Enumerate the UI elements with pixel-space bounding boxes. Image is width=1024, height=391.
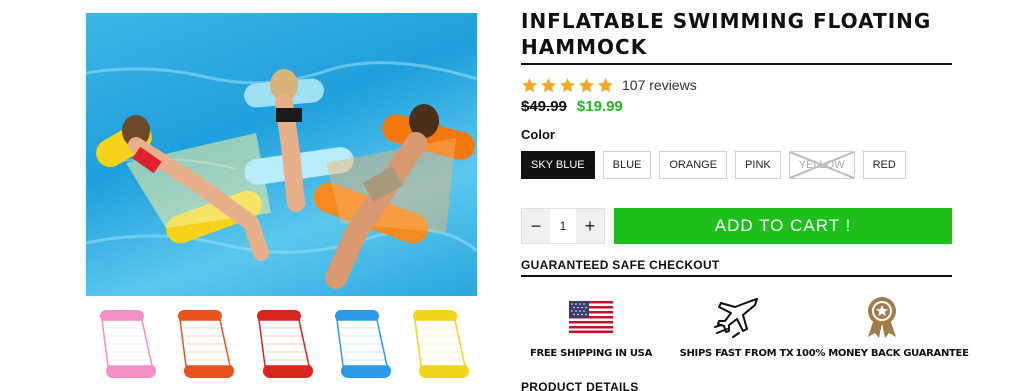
compare-at-price: $49.99 [521,98,567,115]
thumbnail-red[interactable] [243,306,321,384]
price-row: $49.99 $19.99 [521,98,952,115]
color-option-yellow[interactable]: YELLOW [788,151,855,179]
airplane-icon [713,298,758,338]
star-icon [579,77,594,92]
color-label: Color [521,127,555,142]
quantity-decrease-button[interactable]: − [522,209,550,243]
product-details-heading[interactable]: PRODUCT DETAILS [521,380,952,391]
badge-ships-fast: SHIPS FAST FROM TX [667,295,807,359]
hammock-thumbnail-image [100,310,156,378]
thumbnail-pink[interactable] [86,306,164,384]
star-icon [541,77,556,92]
color-option-label: PINK [745,159,771,171]
star-icon [598,77,613,92]
hammock-thumbnail-image [256,310,313,378]
color-option-sky-blue[interactable]: SKY BLUE [521,151,595,179]
star-rating [521,77,614,94]
thumbnail-strip [86,306,477,384]
trust-badges: FREE SHIPPING IN USA SHIPS FAST FROM TX [521,295,969,359]
us-flag-icon [568,300,614,334]
badge-label: 100% MONEY BACK GUARANTEE [795,348,969,359]
color-option-label: BLUE [612,159,642,171]
thumbnail-blue[interactable] [321,306,399,384]
color-options: SKY BLUE BLUE ORANGE PINK YELLOW RED [521,151,952,179]
product-gallery [86,13,477,384]
color-option-blue[interactable]: BLUE [602,151,652,179]
hammock-thumbnail-image [413,310,469,378]
color-option-pink[interactable]: PINK [735,151,781,179]
product-title: INFLATABLE SWIMMING FLOATING HAMMOCK [521,9,932,59]
award-ribbon-icon [868,297,896,338]
thumbnail-orange[interactable] [164,306,242,384]
product-info: INFLATABLE SWIMMING FLOATING HAMMOCK 107… [521,8,969,391]
star-icon [560,77,575,92]
hammock-thumbnail-image [178,310,235,378]
quantity-increase-button[interactable]: + [576,209,604,243]
cart-row: − + ADD TO CART ! [521,208,952,244]
hammock-thumbnail-image [334,310,391,378]
quantity-input[interactable] [550,209,576,243]
sale-price: $19.99 [576,98,623,115]
unavailable-cross-icon [790,152,854,178]
safe-checkout-heading: GUARANTEED SAFE CHECKOUT [521,258,720,272]
title-divider [521,63,952,65]
add-to-cart-button[interactable]: ADD TO CART ! [614,208,952,244]
badge-label: SHIPS FAST FROM TX [679,348,794,359]
hammock-scene-image [86,61,477,289]
badge-label: FREE SHIPPING IN USA [529,348,653,359]
color-option-label: SKY BLUE [531,159,585,171]
color-option-red[interactable]: RED [862,151,906,179]
color-option-label: ORANGE [669,159,718,171]
badge-free-shipping: FREE SHIPPING IN USA [521,295,661,359]
checkout-divider [521,275,952,277]
star-icon [522,77,537,92]
thumbnail-yellow[interactable] [399,306,477,384]
rating-row[interactable]: 107 reviews [521,75,952,95]
badge-money-back: 100% MONEY BACK GUARANTEE [795,295,969,359]
main-product-image[interactable] [86,13,477,296]
review-count[interactable]: 107 reviews [622,77,697,93]
quantity-stepper: − + [521,208,605,244]
color-option-label: RED [872,159,896,171]
color-option-orange[interactable]: ORANGE [659,151,728,179]
